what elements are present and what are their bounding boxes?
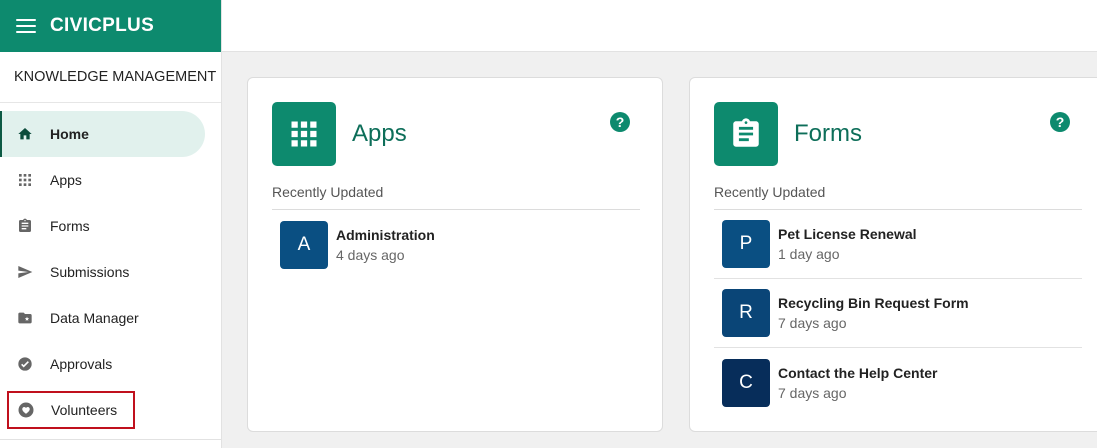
list-item[interactable]: A Administration 4 days ago — [272, 210, 640, 279]
sidebar-item-home[interactable]: Home — [0, 111, 205, 157]
apps-card-title[interactable]: Apps — [352, 120, 407, 148]
sidebar-item-label: Forms — [50, 218, 90, 234]
sidebar-item-label: Data Manager — [50, 310, 139, 326]
sidebar-item-label: Approvals — [50, 356, 113, 372]
sidebar-item-forms[interactable]: Forms — [0, 203, 221, 249]
forms-card-title[interactable]: Forms — [794, 120, 862, 148]
sidebar-item-volunteers[interactable]: Volunteers — [7, 391, 135, 429]
breadcrumb-label: KNOWLEDGE MANAGEMENT — [14, 69, 217, 85]
grid-icon — [16, 171, 34, 189]
avatar: R — [722, 289, 770, 337]
sidebar-item-label: Volunteers — [51, 402, 118, 418]
sidebar-item-apps[interactable]: Apps — [0, 157, 221, 203]
list-item[interactable]: R Recycling Bin Request Form 7 days ago — [714, 279, 1082, 348]
sidebar-item-submissions[interactable]: Submissions — [0, 249, 221, 295]
apps-card: Apps ? Recently Updated A Administration… — [247, 77, 663, 432]
item-name: Recycling Bin Request Form — [778, 295, 969, 311]
recently-updated-label: Recently Updated — [714, 184, 826, 200]
forms-recent-list: P Pet License Renewal 1 day ago R Recycl… — [714, 210, 1082, 417]
avatar: P — [722, 220, 770, 268]
breadcrumb[interactable]: KNOWLEDGE MANAGEMENT › — [0, 52, 221, 103]
item-time: 1 day ago — [778, 246, 840, 262]
item-time: 7 days ago — [778, 384, 847, 401]
help-icon[interactable]: ? — [610, 112, 630, 132]
brand-bar: CIVICPLUS — [0, 0, 221, 52]
clipboard-icon — [16, 217, 34, 235]
sidebar: CIVICPLUS KNOWLEDGE MANAGEMENT › Home Ap… — [0, 0, 222, 448]
heart-hand-icon — [17, 401, 35, 419]
menu-icon[interactable] — [16, 19, 36, 33]
item-name: Pet License Renewal — [778, 226, 917, 242]
sidebar-item-label: Submissions — [50, 264, 130, 280]
check-circle-icon — [16, 355, 34, 373]
send-icon — [16, 263, 34, 281]
recently-updated-label: Recently Updated — [272, 184, 384, 200]
brand-name: CIVICPLUS — [50, 15, 155, 36]
apps-recent-list: A Administration 4 days ago — [272, 210, 640, 279]
avatar: C — [722, 358, 770, 407]
folder-star-icon — [16, 309, 34, 327]
forms-card: Forms ? Recently Updated P Pet License R… — [689, 77, 1097, 432]
avatar: A — [280, 220, 328, 269]
sidebar-nav: Home Apps Forms Submissions Data Manager — [0, 103, 221, 429]
sidebar-item-approvals[interactable]: Approvals — [0, 341, 221, 387]
sidebar-item-label: Apps — [50, 172, 82, 188]
item-name: Contact the Help Center — [778, 364, 938, 381]
divider — [0, 439, 222, 440]
sidebar-item-data-manager[interactable]: Data Manager — [0, 295, 221, 341]
apps-grid-icon[interactable] — [272, 102, 336, 166]
top-bar — [222, 0, 1097, 52]
home-icon — [16, 125, 34, 143]
item-time: 7 days ago — [778, 315, 847, 331]
list-item[interactable]: C Contact the Help Center 7 days ago — [714, 348, 1082, 417]
item-time: 4 days ago — [336, 246, 405, 263]
list-item[interactable]: P Pet License Renewal 1 day ago — [714, 210, 1082, 279]
help-icon[interactable]: ? — [1050, 112, 1070, 132]
clipboard-icon[interactable] — [714, 102, 778, 166]
sidebar-item-label: Home — [50, 126, 89, 142]
item-name: Administration — [336, 226, 435, 243]
